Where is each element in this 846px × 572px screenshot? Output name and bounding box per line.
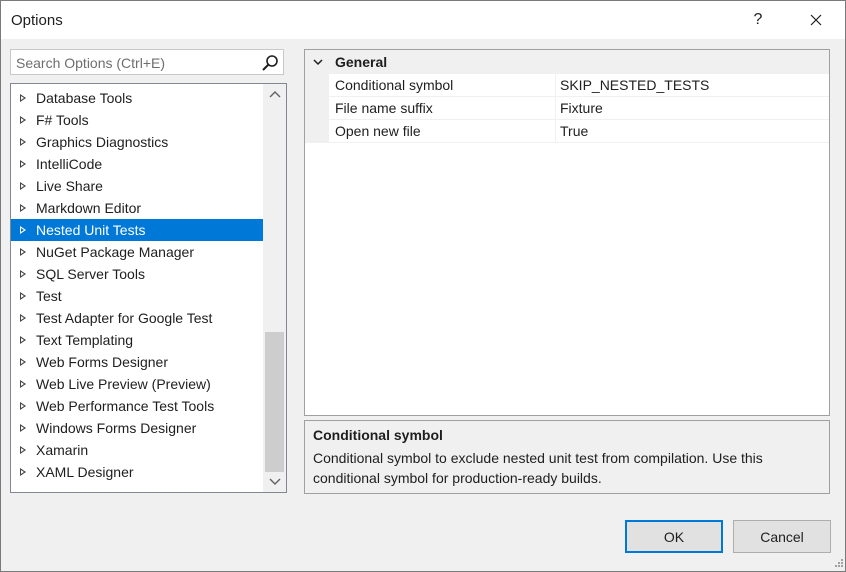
expand-arrow-icon[interactable] — [20, 314, 26, 322]
tree-item-label: XAML Designer — [36, 464, 134, 480]
search-icon[interactable] — [260, 53, 280, 73]
tree-item-label: Markdown Editor — [36, 200, 142, 216]
expand-arrow-icon[interactable] — [20, 380, 26, 388]
search-options-box[interactable]: Search Options (Ctrl+E) — [10, 49, 284, 75]
tree-item-sql-server-tools[interactable]: SQL Server Tools — [11, 263, 263, 285]
tree-item-label: Web Performance Test Tools — [36, 398, 215, 414]
resize-grip-icon[interactable] — [832, 558, 844, 570]
category-label: General — [335, 54, 388, 70]
tree-item-web-performance-test-tools[interactable]: Web Performance Test Tools — [11, 395, 263, 417]
tree-item-nested-unit-tests[interactable]: Nested Unit Tests — [11, 219, 263, 241]
tree-item-label: F# Tools — [36, 112, 89, 128]
column-divider — [555, 74, 556, 97]
tree-scrollbar[interactable] — [263, 84, 286, 492]
expand-arrow-icon[interactable] — [20, 402, 26, 410]
options-dialog: Options ? Search Options (Ctrl+E) Databa… — [0, 0, 846, 572]
property-value[interactable]: Fixture — [560, 100, 603, 116]
close-button[interactable] — [793, 1, 839, 39]
expand-arrow-icon[interactable] — [20, 292, 26, 300]
tree-item-label: NuGet Package Manager — [36, 244, 194, 260]
expand-arrow-icon[interactable] — [20, 468, 26, 476]
chevron-down-icon — [269, 478, 280, 485]
tree-item-label: Database Tools — [36, 90, 133, 106]
tree-item-f-tools[interactable]: F# Tools — [11, 109, 263, 131]
tree-item-label: Windows Forms Designer — [36, 420, 197, 436]
tree-item-test-adapter-for-google-test[interactable]: Test Adapter for Google Test — [11, 307, 263, 329]
expand-arrow-icon[interactable] — [20, 248, 26, 256]
scroll-up-button[interactable] — [263, 84, 286, 104]
expand-arrow-icon[interactable] — [20, 116, 26, 124]
description-text: Conditional symbol to exclude nested uni… — [313, 450, 763, 486]
expand-arrow-icon[interactable] — [20, 160, 26, 168]
help-button[interactable]: ? — [735, 1, 781, 39]
expand-arrow-icon[interactable] — [20, 446, 26, 454]
tree-item-markdown-editor[interactable]: Markdown Editor — [11, 197, 263, 219]
scroll-down-button[interactable] — [263, 472, 286, 492]
expand-arrow-icon[interactable] — [20, 270, 26, 278]
chevron-up-icon — [269, 91, 280, 98]
tree-item-label: Web Live Preview (Preview) — [36, 376, 211, 392]
expand-arrow-icon[interactable] — [20, 424, 26, 432]
tree-item-label: Text Templating — [36, 332, 134, 348]
expand-arrow-icon[interactable] — [20, 336, 26, 344]
tree-item-nuget-package-manager[interactable]: NuGet Package Manager — [11, 241, 263, 263]
search-input[interactable]: Search Options (Ctrl+E) — [16, 55, 165, 71]
title-bar: Options ? — [1, 1, 845, 39]
property-name: File name suffix — [335, 100, 433, 116]
column-divider — [555, 97, 556, 120]
expand-arrow-icon[interactable] — [20, 182, 26, 190]
tree-item-database-tools[interactable]: Database Tools — [11, 87, 263, 109]
property-row-file-name-suffix[interactable]: File name suffix Fixture — [329, 97, 829, 120]
property-row-open-new-file[interactable]: Open new file True — [329, 120, 829, 143]
expand-arrow-icon[interactable] — [20, 204, 26, 212]
tree-item-label: Nested Unit Tests — [36, 222, 146, 238]
tree-item-intellicode[interactable]: IntelliCode — [11, 153, 263, 175]
tree-item-label: Web Forms Designer — [36, 354, 169, 370]
ok-button[interactable]: OK — [625, 520, 723, 553]
tree-item-text-templating[interactable]: Text Templating — [11, 329, 263, 351]
tree-item-web-forms-designer[interactable]: Web Forms Designer — [11, 351, 263, 373]
property-grid: General Conditional symbol SKIP_NESTED_T… — [304, 49, 830, 416]
tree-item-live-share[interactable]: Live Share — [11, 175, 263, 197]
expand-arrow-icon[interactable] — [20, 138, 26, 146]
tree-item-label: Live Share — [36, 178, 103, 194]
tree-item-web-live-preview-preview[interactable]: Web Live Preview (Preview) — [11, 373, 263, 395]
column-divider — [555, 120, 556, 143]
tree-item-xaml-designer[interactable]: XAML Designer — [11, 461, 263, 483]
tree-item-test[interactable]: Test — [11, 285, 263, 307]
tree-item-label: SQL Server Tools — [36, 266, 145, 282]
tree-item-xamarin[interactable]: Xamarin — [11, 439, 263, 461]
property-row-conditional-symbol[interactable]: Conditional symbol SKIP_NESTED_TESTS — [329, 74, 829, 97]
scroll-thumb[interactable] — [265, 332, 284, 472]
expand-arrow-icon[interactable] — [20, 358, 26, 366]
description-panel: Conditional symbol Conditional symbol to… — [304, 420, 830, 494]
category-general[interactable]: General — [305, 50, 829, 74]
collapse-chevron-icon[interactable] — [311, 55, 325, 69]
tree-item-label: Test — [36, 288, 62, 304]
expand-arrow-icon[interactable] — [20, 226, 26, 234]
expand-arrow-icon[interactable] — [20, 94, 26, 102]
tree-item-graphics-diagnostics[interactable]: Graphics Diagnostics — [11, 131, 263, 153]
close-icon — [810, 14, 822, 26]
property-name: Conditional symbol — [335, 77, 454, 93]
description-title: Conditional symbol — [313, 427, 443, 443]
property-value[interactable]: True — [560, 123, 588, 139]
cancel-button[interactable]: Cancel — [733, 520, 831, 553]
tree-item-label: IntelliCode — [36, 156, 103, 172]
tree-item-label: Xamarin — [36, 442, 89, 458]
property-name: Open new file — [335, 123, 421, 139]
tree-item-windows-forms-designer[interactable]: Windows Forms Designer — [11, 417, 263, 439]
tree-item-label: Test Adapter for Google Test — [36, 310, 213, 326]
window-title: Options — [11, 12, 63, 29]
property-value[interactable]: SKIP_NESTED_TESTS — [560, 77, 709, 93]
grid-gutter — [305, 74, 329, 143]
tree-item-label: Graphics Diagnostics — [36, 134, 169, 150]
options-tree[interactable]: Database Tools F# Tools Graphics Diagnosti… — [10, 83, 287, 493]
